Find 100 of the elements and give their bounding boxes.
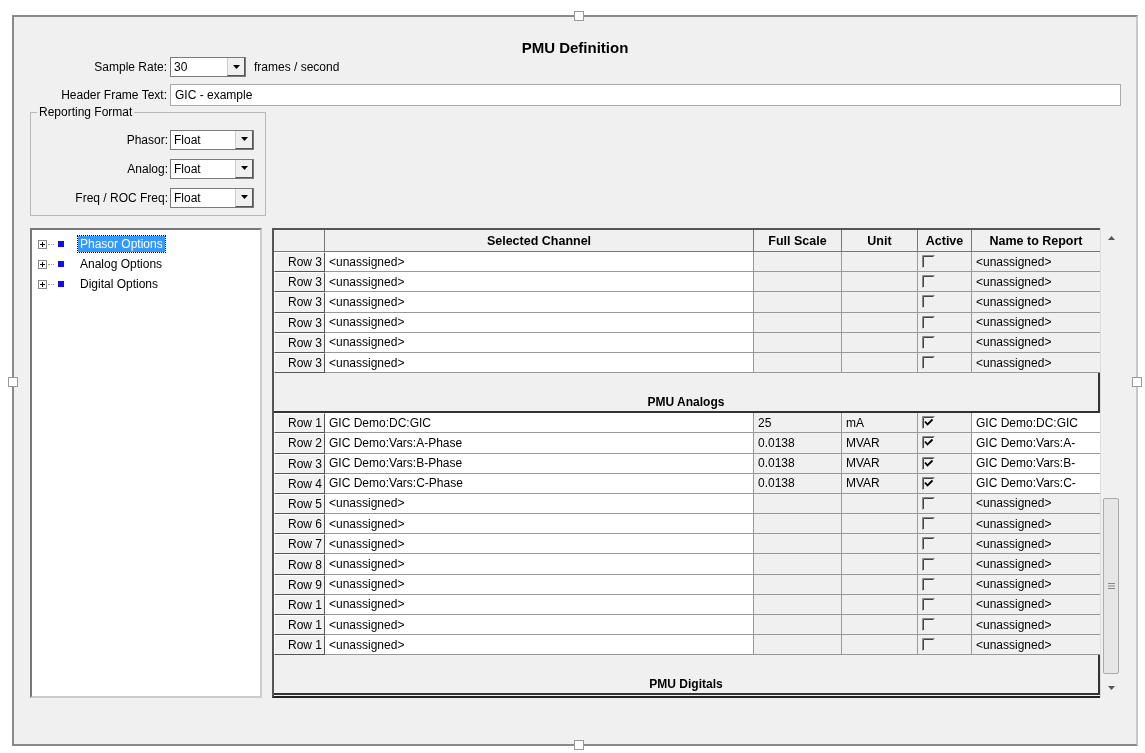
grip-icon — [1107, 583, 1115, 589]
checkbox[interactable] — [922, 618, 935, 632]
dropdown-arrow-icon — [240, 137, 248, 141]
table-cell: <unassigned> — [325, 312, 754, 333]
table-cell: <unassigned> — [325, 292, 754, 313]
checkbox[interactable] — [922, 295, 935, 309]
table-cell: <unassigned> — [325, 352, 754, 374]
row-header[interactable]: Row 1 — [274, 594, 325, 615]
field-label: Header Frame Text: — [60, 88, 168, 102]
dropdown-arrow-icon — [240, 166, 248, 170]
row-header[interactable]: Row 3 — [274, 453, 325, 474]
table-cell: <unassigned> — [325, 615, 754, 636]
row-header[interactable]: Row 2 — [274, 433, 325, 454]
table-cell: GIC Demo:Vars:C-Phase — [325, 473, 754, 494]
group-legend: Reporting Format — [37, 105, 135, 119]
table-cell: GIC Demo:DC:GIC — [972, 413, 1100, 434]
row-header[interactable]: Row 5 — [274, 493, 325, 515]
resize-handle[interactable] — [574, 11, 584, 21]
header-text-field[interactable]: GIC - example — [170, 84, 1121, 106]
column-header: Full Scale — [754, 230, 842, 252]
table-cell: mA — [842, 413, 918, 434]
tree-item[interactable]: Digital Options — [78, 276, 161, 292]
table-cell: MVAR — [842, 453, 918, 474]
checkbox[interactable] — [922, 557, 935, 571]
table-cell: <unassigned> — [325, 332, 754, 353]
sample-rate-dropdown[interactable]: 30 — [170, 57, 246, 77]
table-cell: GIC Demo:DC:GIC — [325, 413, 754, 434]
row-header[interactable]: Row 1 — [274, 635, 325, 656]
checkbox[interactable] — [922, 638, 935, 652]
corner-header[interactable] — [274, 230, 325, 252]
resize-handle[interactable] — [8, 377, 18, 387]
node-icon — [58, 281, 64, 287]
expand-icon[interactable] — [38, 279, 47, 289]
scroll-thumb[interactable] — [1103, 498, 1119, 674]
table-cell: <unassigned> — [325, 574, 754, 595]
node-icon — [58, 261, 64, 267]
table-cell: 0.0138 — [754, 433, 842, 454]
checkbox[interactable] — [922, 416, 935, 430]
row-header[interactable]: Row 3 — [274, 272, 325, 293]
resize-handle[interactable] — [574, 740, 584, 750]
row-header[interactable]: Row 8 — [274, 554, 325, 575]
expand-icon[interactable] — [38, 259, 47, 269]
table-cell: 25 — [754, 413, 842, 434]
table-cell: GIC Demo:Vars:B-Phase — [325, 453, 754, 474]
format-dropdown[interactable]: Float — [170, 129, 254, 150]
scroll-down-icon[interactable] — [1107, 686, 1115, 690]
table-cell: 0.0138 — [754, 473, 842, 494]
checkbox[interactable] — [922, 537, 935, 551]
table-cell: <unassigned> — [325, 272, 754, 293]
node-icon — [58, 241, 64, 247]
checkbox[interactable] — [922, 517, 935, 531]
row-header[interactable]: Row 4 — [274, 473, 325, 494]
checkbox[interactable] — [922, 436, 935, 450]
row-header[interactable]: Row 6 — [274, 514, 325, 535]
column-header: Unit — [842, 230, 918, 252]
checkbox[interactable] — [922, 597, 935, 611]
checkbox[interactable] — [922, 577, 935, 591]
checkbox[interactable] — [922, 275, 935, 289]
row-header[interactable]: Row 7 — [274, 534, 325, 555]
checkbox[interactable] — [922, 255, 935, 269]
table-cell: 0.0138 — [754, 453, 842, 474]
dropdown-arrow-icon — [232, 64, 240, 69]
row-header[interactable]: Row 3 — [274, 352, 325, 374]
table-cell: GIC Demo:Vars:B- — [972, 453, 1100, 474]
resize-handle[interactable] — [1132, 377, 1142, 387]
table-cell: <unassigned> — [325, 514, 754, 535]
row-header[interactable]: Row 3 — [274, 312, 325, 333]
expand-icon[interactable] — [38, 239, 47, 249]
row-header[interactable]: Row 3 — [274, 252, 325, 273]
row-header[interactable]: Row 1 — [274, 413, 325, 434]
row-header[interactable]: Row 3 — [274, 292, 325, 313]
table-cell: <unassigned> — [325, 534, 754, 555]
table-cell: <unassigned> — [325, 635, 754, 656]
table-cell: MVAR — [842, 473, 918, 494]
field-label: Analog: — [126, 161, 169, 176]
field-label: Phasor: — [125, 132, 169, 147]
row-header[interactable]: Row 9 — [274, 574, 325, 595]
unit-label: frames / second — [254, 60, 340, 74]
field-label: Freq / ROC Freq: — [74, 190, 169, 205]
table-cell: GIC Demo:Vars:A- — [972, 433, 1100, 454]
checkbox[interactable] — [922, 496, 935, 510]
dropdown-arrow-icon — [240, 195, 248, 199]
column-header: Active — [918, 230, 972, 252]
field-label: Sample Rate: — [93, 60, 168, 74]
tree-item[interactable]: Analog Options — [78, 256, 165, 272]
checkbox[interactable] — [922, 335, 935, 349]
table-cell: <unassigned> — [325, 252, 754, 273]
table-cell: <unassigned> — [325, 594, 754, 615]
section-header: PMU Digitals — [274, 655, 1100, 696]
checkbox[interactable] — [922, 476, 935, 490]
checkbox[interactable] — [922, 456, 935, 470]
table-cell: GIC Demo:Vars:C- — [972, 473, 1100, 494]
table-cell: <unassigned> — [325, 554, 754, 575]
checkbox[interactable] — [922, 315, 935, 329]
row-header[interactable]: Row 3 — [274, 332, 325, 353]
format-dropdown[interactable]: Float — [170, 158, 254, 179]
scroll-up-icon[interactable] — [1107, 236, 1115, 240]
checkbox[interactable] — [922, 356, 935, 370]
row-header[interactable]: Row 1 — [274, 615, 325, 636]
format-dropdown[interactable]: Float — [170, 187, 254, 208]
